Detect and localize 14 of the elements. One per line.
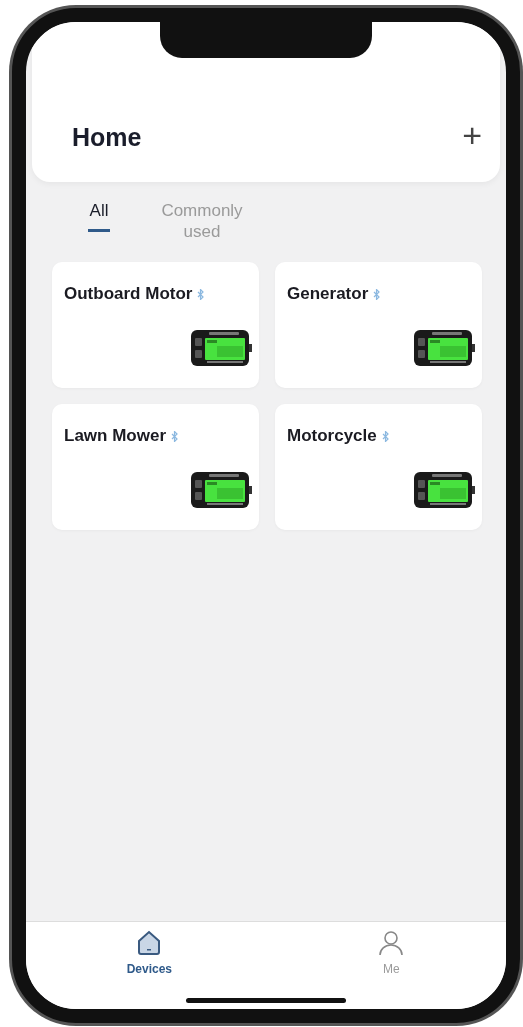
device-card[interactable]: Generator <box>275 262 482 388</box>
device-name: Generator <box>287 284 369 304</box>
person-icon <box>377 930 406 956</box>
device-name: Outboard Motor <box>64 284 193 304</box>
home-icon <box>136 930 163 956</box>
device-name: Motorcycle <box>287 426 377 446</box>
device-card[interactable]: Lawn Mower <box>52 404 259 530</box>
page-title: Home <box>72 123 142 152</box>
device-name: Lawn Mower <box>64 426 166 446</box>
device-card[interactable]: Motorcycle <box>275 404 482 530</box>
nav-tab[interactable]: Devices <box>126 930 173 980</box>
tab[interactable]: All <box>88 200 110 243</box>
add-button[interactable]: + <box>462 118 482 152</box>
device-card[interactable]: Outboard Motor <box>52 262 259 388</box>
